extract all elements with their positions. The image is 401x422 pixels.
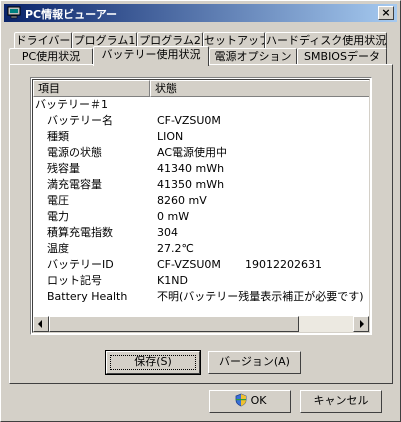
list-item[interactable]: 温度 27.2℃ xyxy=(33,241,369,257)
item-name: 温度 xyxy=(47,242,69,255)
item-status: 0 mW xyxy=(157,210,190,223)
battery-panel: 項目 状態 バッテリー＃1 バッテリー名 CF-VZSU0M 種類 LION 電源の状態 A… xyxy=(9,64,393,384)
tab-power-options[interactable]: 電源オプション xyxy=(209,48,297,65)
column-header-item[interactable]: 項目 xyxy=(33,80,150,97)
list-item[interactable]: 電圧 8260 mV xyxy=(33,193,369,209)
list-item[interactable]: バッテリー＃1 xyxy=(33,97,369,113)
tab-label: バッテリー使用状況 xyxy=(101,48,201,61)
item-status: K1ND xyxy=(157,274,188,287)
scroll-right-icon xyxy=(360,320,364,328)
ok-button[interactable]: OK xyxy=(209,390,291,413)
list-rows: バッテリー＃1 バッテリー名 CF-VZSU0M 種類 LION 電源の状態 AC電源使用中… xyxy=(33,97,369,307)
item-status: 304 xyxy=(157,226,178,239)
list-item[interactable]: 電源の状態 AC電源使用中 xyxy=(33,145,369,161)
item-name: 残容量 xyxy=(47,162,80,175)
item-name: バッテリー名 xyxy=(47,114,113,127)
save-button[interactable]: 保存(S) xyxy=(105,350,201,375)
item-name: 電源の状態 xyxy=(47,146,102,159)
list-inner: 項目 状態 バッテリー＃1 バッテリー名 CF-VZSU0M 種類 LION 電源の状態 A… xyxy=(32,79,370,333)
tab-battery-usage[interactable]: バッテリー使用状況 xyxy=(93,46,209,66)
tab-smbios-data[interactable]: SMBIOSデータ xyxy=(297,48,387,65)
item-name: バッテリーID xyxy=(47,258,114,271)
item-extra: 19012202631 xyxy=(245,258,322,271)
item-name: 積算充電指数 xyxy=(47,226,113,239)
item-status: 41340 mWh xyxy=(157,162,225,175)
version-button-label: バージョン(A) xyxy=(219,355,290,368)
list-header: 項目 状態 xyxy=(33,80,369,97)
scroll-thumb[interactable] xyxy=(49,316,299,332)
pc-monitor-icon xyxy=(7,6,21,19)
list-item[interactable]: バッテリーID CF-VZSU0M 19012202631 xyxy=(33,257,369,273)
item-status: AC電源使用中 xyxy=(157,146,228,159)
tab-label: 電源オプション xyxy=(214,50,292,63)
item-status: 41350 mWh xyxy=(157,178,225,191)
shield-icon xyxy=(235,393,246,407)
scroll-right-button[interactable] xyxy=(353,316,369,332)
list-item[interactable]: 電力 0 mW xyxy=(33,209,369,225)
close-button[interactable]: × xyxy=(378,6,394,20)
scroll-left-icon xyxy=(38,320,42,328)
item-name: Battery Health xyxy=(47,290,128,303)
item-status: 8260 mV xyxy=(157,194,207,207)
tab-label: SMBIOSデータ xyxy=(304,50,380,63)
cancel-button[interactable]: キャンセル xyxy=(300,390,382,413)
close-icon: × xyxy=(381,6,391,19)
column-header-status[interactable]: 状態 xyxy=(150,80,369,97)
item-name: 満充電容量 xyxy=(47,178,102,191)
tab-label: ハードディスク使用状況 xyxy=(266,34,387,47)
tab-hdd-usage[interactable]: ハードディスク使用状況 xyxy=(265,32,387,49)
item-name: バッテリー＃1 xyxy=(35,98,108,111)
item-status: 不明(バッテリー残量表示補正が必要です) xyxy=(157,290,364,303)
list-item[interactable]: ロット記号 K1ND xyxy=(33,273,369,289)
focus-rect xyxy=(110,355,196,370)
item-status: CF-VZSU0M xyxy=(157,114,221,127)
list-item[interactable]: バッテリー名 CF-VZSU0M xyxy=(33,113,369,129)
ok-button-label: OK xyxy=(250,394,267,407)
item-name: ロット記号 xyxy=(47,274,102,287)
tab-pc-usage[interactable]: PC使用状況 xyxy=(9,48,93,65)
list-item[interactable]: 満充電容量 41350 mWh xyxy=(33,177,369,193)
item-status: CF-VZSU0M xyxy=(157,258,221,271)
list-item[interactable]: 積算充電指数 304 xyxy=(33,225,369,241)
item-name: 電力 xyxy=(47,210,69,223)
list-item[interactable]: 種類 LION xyxy=(33,129,369,145)
tab-label: ドライバー xyxy=(15,34,71,47)
battery-list-view[interactable]: 項目 状態 バッテリー＃1 バッテリー名 CF-VZSU0M 種類 LION 電源の状態 A… xyxy=(30,77,372,335)
cancel-button-label: キャンセル xyxy=(313,394,369,407)
item-status: LION xyxy=(157,130,184,143)
main-window: PC情報ビューアー × ドライバー プログラム1 プログラム2 セットアップ ハ… xyxy=(0,0,401,422)
tab-setup[interactable]: セットアップ xyxy=(203,32,265,49)
list-item[interactable]: Battery Health 不明(バッテリー残量表示補正が必要です) xyxy=(33,289,369,305)
tab-label: セットアップ xyxy=(204,34,265,47)
list-item[interactable]: 残容量 41340 mWh xyxy=(33,161,369,177)
item-status: 27.2℃ xyxy=(157,242,194,255)
item-name: 種類 xyxy=(47,130,69,143)
title-bar[interactable]: PC情報ビューアー × xyxy=(4,4,397,22)
version-button[interactable]: バージョン(A) xyxy=(208,351,301,374)
horizontal-scrollbar[interactable] xyxy=(33,316,369,332)
scroll-left-button[interactable] xyxy=(33,316,49,332)
tab-label: PC使用状況 xyxy=(21,50,81,63)
item-name: 電圧 xyxy=(47,194,69,207)
window-title: PC情報ビューアー xyxy=(25,8,118,21)
tab-drivers[interactable]: ドライバー xyxy=(14,32,72,49)
